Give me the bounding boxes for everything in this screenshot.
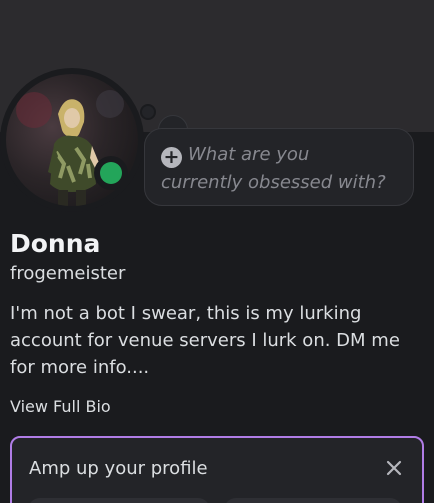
amp-profile-card: Amp up your profile — [10, 436, 424, 503]
status-prompt-line-1: + What are you — [161, 141, 397, 169]
display-name: Donna — [10, 229, 101, 258]
view-full-bio-link[interactable]: View Full Bio — [10, 396, 111, 418]
bio-text: I'm not a bot I swear, this is my lurkin… — [10, 303, 400, 378]
status-prompt-line-2: currently obsessed with? — [161, 172, 386, 193]
amp-option-button-2[interactable] — [224, 498, 402, 503]
thought-bubble-dot-small — [140, 104, 156, 120]
online-status-icon — [100, 162, 122, 184]
status-prompt-text-1: What are you — [188, 144, 310, 165]
profile-panel: + What are you currently obsessed with? D… — [0, 0, 434, 503]
username: frogemeister — [10, 263, 126, 284]
amp-card-title: Amp up your profile — [29, 458, 208, 479]
amp-option-button-1[interactable] — [28, 498, 210, 503]
custom-status-bubble[interactable]: + What are you currently obsessed with? — [144, 128, 414, 206]
add-status-plus-icon: + — [161, 147, 182, 168]
close-icon[interactable] — [384, 458, 404, 478]
